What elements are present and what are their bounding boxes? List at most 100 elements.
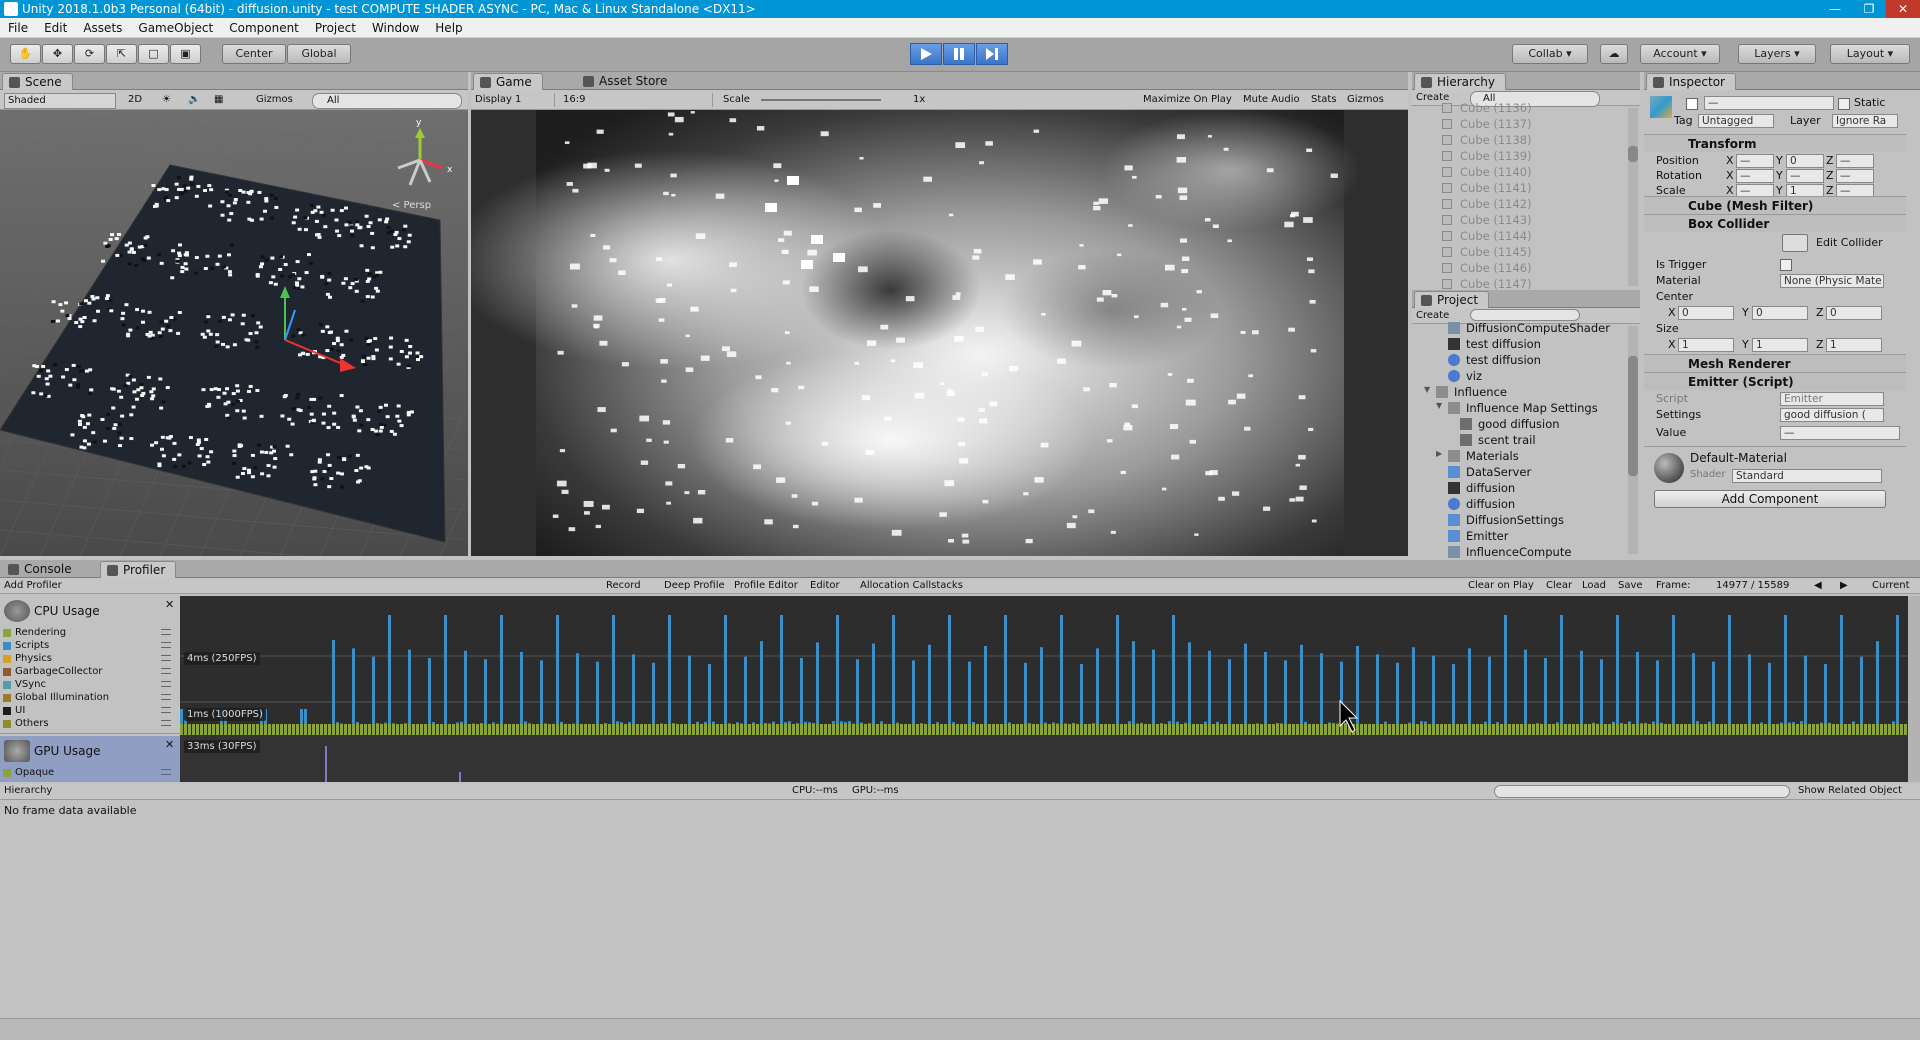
project-item[interactable]: scent trail: [1460, 432, 1536, 448]
maximize-on-play-toggle[interactable]: Maximize On Play: [1143, 93, 1232, 107]
menu-item-window[interactable]: Window: [364, 21, 427, 35]
emitter-settings-field[interactable]: good diffusion (: [1780, 408, 1884, 422]
add-component-button[interactable]: Add Component: [1654, 490, 1886, 508]
gpu-close-icon[interactable]: ✕: [165, 738, 174, 751]
legend-item[interactable]: Others: [3, 717, 173, 730]
project-item[interactable]: viz: [1448, 368, 1482, 384]
project-item[interactable]: test diffusion: [1448, 336, 1541, 352]
tag-dropdown[interactable]: Untagged: [1698, 114, 1774, 128]
mesh-filter-header[interactable]: Cube (Mesh Filter): [1644, 196, 1906, 214]
next-frame-button[interactable]: ▶: [1840, 579, 1848, 593]
collider-size-y-field[interactable]: 1: [1752, 338, 1808, 352]
menu-item-component[interactable]: Component: [221, 21, 307, 35]
transform-tool-button[interactable]: ▣: [170, 44, 201, 64]
collider-center-y-field[interactable]: 0: [1752, 306, 1808, 320]
hierarchy-item[interactable]: Cube (1142): [1440, 196, 1532, 212]
mesh-renderer-header[interactable]: Mesh Renderer: [1644, 354, 1906, 372]
collider-size-x-field[interactable]: 1: [1678, 338, 1734, 352]
profiler-chart-area[interactable]: [180, 596, 1908, 782]
collider-center-z-field[interactable]: 0: [1826, 306, 1882, 320]
drag-handle-icon[interactable]: [161, 720, 171, 726]
active-checkbox[interactable]: [1686, 98, 1698, 110]
drag-handle-icon[interactable]: [161, 668, 171, 674]
maximize-button[interactable]: ❐: [1852, 0, 1886, 18]
project-item[interactable]: Emitter: [1448, 528, 1509, 544]
hierarchy-scrollbar[interactable]: [1628, 108, 1638, 286]
emitter-header[interactable]: Emitter (Script): [1644, 372, 1906, 390]
expand-arrow-icon[interactable]: ▼: [1424, 385, 1430, 394]
scene-2d-toggle[interactable]: 2D: [128, 93, 142, 107]
emitter-value-field[interactable]: —: [1780, 426, 1900, 440]
hierarchy-item[interactable]: Cube (1136): [1440, 100, 1532, 116]
allocation-callstacks-dropdown[interactable]: Allocation Callstacks: [860, 579, 963, 593]
scene-viewport[interactable]: y x < Persp: [0, 110, 468, 556]
scene-light-icon[interactable]: ☀: [162, 93, 171, 107]
clear-button[interactable]: Clear: [1546, 579, 1572, 593]
pivot-center-button[interactable]: Center: [222, 44, 286, 64]
project-item[interactable]: diffusion: [1448, 480, 1515, 496]
scene-gizmos-dropdown[interactable]: Gizmos: [256, 93, 293, 107]
layout-dropdown[interactable]: Layout ▾: [1830, 44, 1910, 64]
tab-game[interactable]: Game: [473, 73, 543, 90]
deep-profile-toggle[interactable]: Deep Profile: [664, 579, 725, 593]
hierarchy-item[interactable]: Cube (1146): [1440, 260, 1532, 276]
project-scrollbar[interactable]: [1628, 326, 1638, 554]
project-create-dropdown[interactable]: Create: [1416, 309, 1449, 323]
layer-dropdown[interactable]: Ignore Ra: [1832, 114, 1898, 128]
project-item[interactable]: good diffusion: [1460, 416, 1560, 432]
hierarchy-item[interactable]: Cube (1143): [1440, 212, 1532, 228]
is-trigger-checkbox[interactable]: [1780, 259, 1792, 271]
transform-position-z-field[interactable]: —: [1836, 154, 1874, 168]
load-button[interactable]: Load: [1582, 579, 1606, 593]
gpu-usage-legend[interactable]: GPU Usage ✕ Opaque: [0, 736, 180, 782]
box-collider-header[interactable]: Box Collider: [1644, 214, 1906, 232]
cpu-usage-legend[interactable]: CPU Usage ✕ Rendering Scripts Physics Garba…: [0, 596, 180, 734]
project-item[interactable]: InfluenceCompute: [1448, 544, 1571, 560]
hierarchy-item[interactable]: Cube (1144): [1440, 228, 1532, 244]
legend-item[interactable]: GarbageCollector: [3, 665, 173, 678]
cpu-close-icon[interactable]: ✕: [165, 598, 174, 611]
transform-rotation-y-field[interactable]: —: [1786, 169, 1824, 183]
collab-button[interactable]: Collab ▾: [1512, 44, 1588, 64]
project-item[interactable]: DataServer: [1448, 464, 1531, 480]
show-related-object-dropdown[interactable]: Show Related Object: [1798, 785, 1902, 796]
menu-item-file[interactable]: File: [0, 21, 36, 35]
record-toggle[interactable]: Record: [606, 579, 641, 593]
hierarchy-item[interactable]: Cube (1145): [1440, 244, 1532, 260]
scene-fx-icon[interactable]: ▦: [214, 93, 223, 107]
transform-position-y-field[interactable]: 0: [1786, 154, 1824, 168]
project-item[interactable]: Influence: [1436, 384, 1507, 400]
tab-scene[interactable]: Scene: [2, 73, 73, 90]
menu-item-gameobject[interactable]: GameObject: [130, 21, 221, 35]
tab-asset-store[interactable]: Asset Store: [577, 73, 677, 90]
account-dropdown[interactable]: Account ▾: [1640, 44, 1720, 64]
save-button[interactable]: Save: [1618, 579, 1643, 593]
minimize-button[interactable]: —: [1818, 0, 1852, 18]
stats-toggle[interactable]: Stats: [1311, 93, 1337, 107]
project-item[interactable]: DiffusionComputeShader: [1448, 320, 1610, 336]
scale-tool-button[interactable]: ⇱: [106, 44, 137, 64]
hierarchy-item[interactable]: Cube (1139): [1440, 148, 1532, 164]
drag-handle-icon[interactable]: [161, 769, 171, 775]
collider-center-x-field[interactable]: 0: [1678, 306, 1734, 320]
editor-dropdown[interactable]: Editor: [810, 579, 840, 593]
details-search-input[interactable]: [1494, 785, 1790, 798]
details-view-dropdown[interactable]: Hierarchy: [4, 785, 200, 796]
collider-size-z-field[interactable]: 1: [1826, 338, 1882, 352]
project-item[interactable]: diffusion: [1448, 496, 1515, 512]
tab-project[interactable]: Project: [1414, 291, 1490, 308]
edit-collider-button[interactable]: [1782, 234, 1808, 252]
layers-dropdown[interactable]: Layers ▾: [1738, 44, 1816, 64]
transform-header[interactable]: Transform: [1644, 134, 1906, 152]
legend-item[interactable]: Physics: [3, 652, 173, 665]
drag-handle-icon[interactable]: [161, 655, 171, 661]
scene-search-input[interactable]: All: [312, 93, 462, 109]
tab-profiler[interactable]: Profiler: [100, 561, 177, 578]
mute-audio-toggle[interactable]: Mute Audio: [1243, 93, 1300, 107]
hand-tool-button[interactable]: ✋: [10, 44, 41, 64]
play-button[interactable]: [910, 43, 942, 65]
transform-position-x-field[interactable]: —: [1736, 154, 1774, 168]
profiler-scrollbar[interactable]: [1908, 596, 1920, 782]
close-button[interactable]: ✕: [1886, 0, 1920, 18]
expand-arrow-icon[interactable]: ▶: [1436, 449, 1442, 458]
